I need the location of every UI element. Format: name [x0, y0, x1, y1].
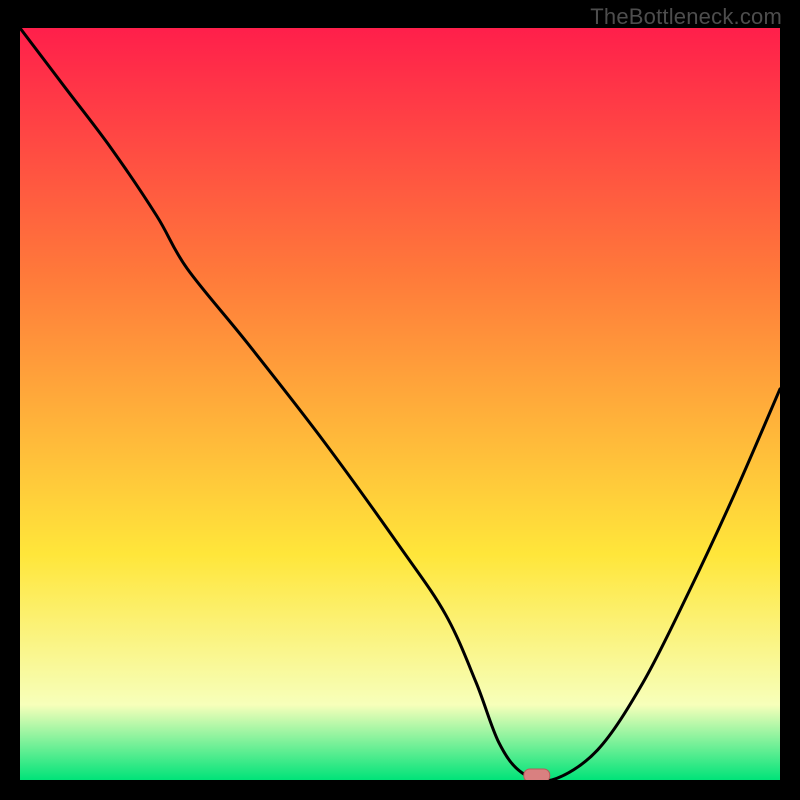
- chart-svg: [20, 28, 780, 780]
- watermark-text: TheBottleneck.com: [590, 4, 782, 30]
- plot-area: [20, 28, 780, 780]
- gradient-background: [20, 28, 780, 780]
- chart-frame: TheBottleneck.com: [0, 0, 800, 800]
- optimal-marker: [524, 769, 550, 780]
